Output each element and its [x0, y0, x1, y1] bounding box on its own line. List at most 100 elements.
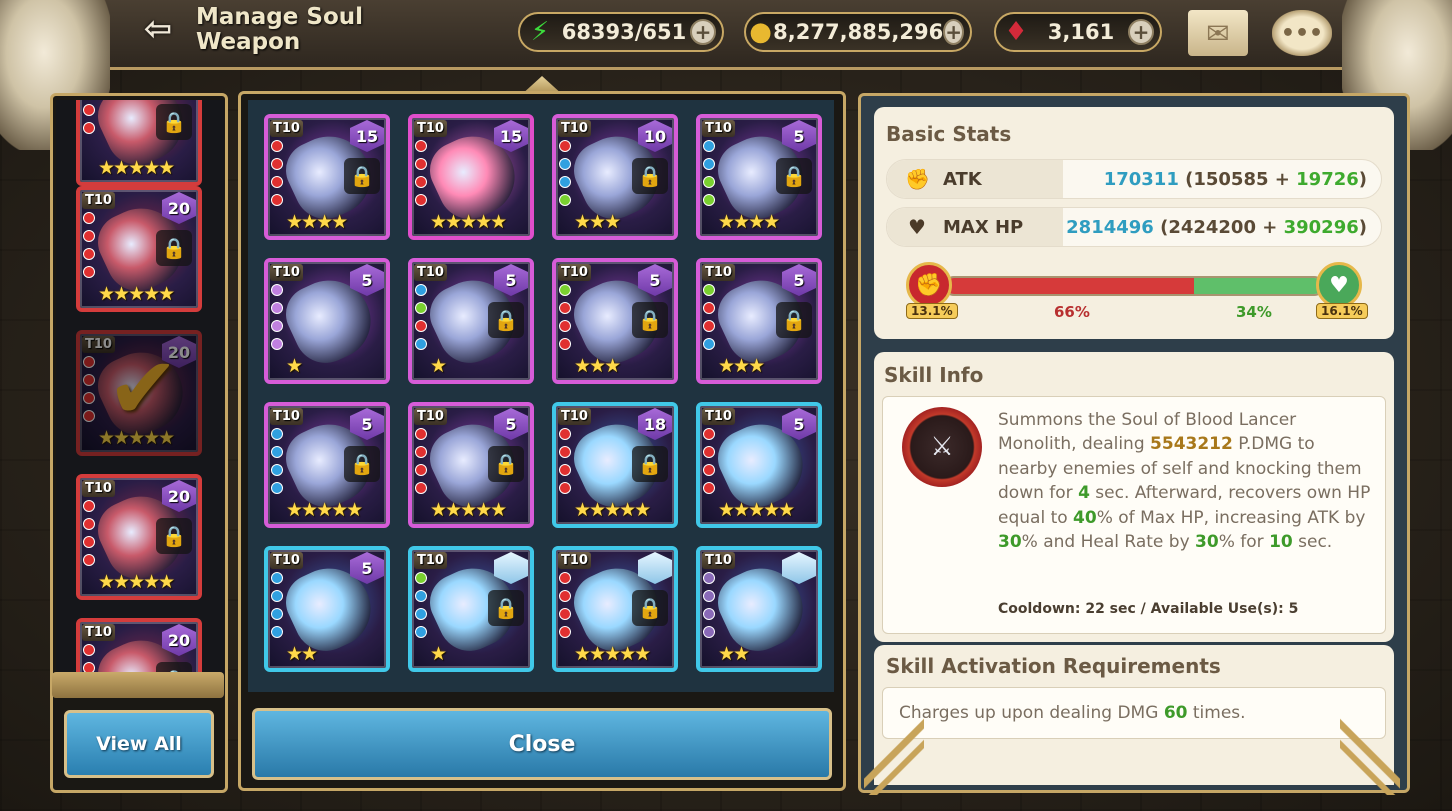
lock-icon[interactable]: 🔒: [156, 230, 192, 266]
requirements-text: Charges up upon dealing DMG 60 times.: [882, 687, 1386, 739]
grid-weapon-card[interactable]: T10 🔒 ★★★★★: [552, 546, 678, 672]
lock-icon[interactable]: 🔒: [344, 446, 380, 482]
gem-slots: [271, 140, 285, 206]
lock-icon[interactable]: 🔒: [488, 302, 524, 338]
gem-icon: [559, 338, 571, 350]
tier-badge: T10: [270, 120, 303, 137]
mail-button[interactable]: ✉: [1188, 10, 1248, 56]
stamina-pill: ⚡ 68393/651 +: [518, 12, 724, 52]
owned-weapon-card[interactable]: T10🔒★★★★★: [76, 100, 202, 186]
gem-icon: [415, 194, 427, 206]
tier-badge: T10: [82, 480, 115, 497]
back-button[interactable]: ⇦: [128, 8, 188, 50]
gem-slots: [703, 428, 717, 494]
grid-weapon-card[interactable]: T10 18 🔒 ★★★★★: [552, 402, 678, 528]
gem-icon: [415, 302, 427, 314]
gem-slots: [83, 212, 97, 278]
gem-icon: [559, 320, 571, 332]
ruby-value: 3,161: [1047, 20, 1115, 44]
tier-badge: T10: [702, 552, 735, 569]
maxhp-total: 2814496: [1066, 216, 1154, 238]
grid-weapon-card[interactable]: T10 15 ★★★★★: [408, 114, 534, 240]
gem-icon: [703, 464, 715, 476]
gem-icon: [83, 410, 95, 422]
hp-ratio-small: 16.1%: [1316, 303, 1368, 319]
atk-value: 170311 (150585 + 19726): [1103, 168, 1367, 190]
lock-icon[interactable]: 🔒: [632, 590, 668, 626]
lightning-icon: ⚡: [530, 17, 550, 47]
lock-icon[interactable]: 🔒: [156, 104, 192, 140]
view-all-button[interactable]: View All: [64, 710, 214, 778]
stat-row-maxhp: ♥ MAX HP 2814496 (2424200 + 390296): [886, 207, 1382, 247]
add-stamina-button[interactable]: +: [690, 19, 716, 45]
lock-icon[interactable]: 🔒: [488, 446, 524, 482]
stat-label-maxhp: ♥ MAX HP: [887, 208, 1063, 246]
atk-ratio-percent: 66%: [1054, 303, 1090, 321]
gem-icon: [703, 140, 715, 152]
gem-icon: [271, 464, 283, 476]
chat-button[interactable]: •••: [1272, 10, 1332, 56]
gem-icon: [703, 284, 715, 296]
gem-icon: [559, 284, 571, 296]
blood-lancer-weapon-icon: ⚔: [902, 407, 982, 487]
tier-badge: T10: [414, 120, 447, 137]
grid-weapon-card[interactable]: T10 5 ★★★★★: [696, 402, 822, 528]
gold-coin-icon: ●: [749, 17, 772, 47]
gem-icon: [559, 176, 571, 188]
grid-weapon-card[interactable]: T10 5 🔒 ★: [408, 258, 534, 384]
gem-icon: [271, 626, 283, 638]
lock-icon[interactable]: 🔒: [488, 590, 524, 626]
add-ruby-button[interactable]: +: [1128, 19, 1154, 45]
atk-total: 170311: [1103, 168, 1179, 190]
owned-weapon-card[interactable]: T1020🔒★★★★★: [76, 474, 202, 600]
gem-icon: [83, 230, 95, 242]
owned-weapons-list[interactable]: T10🔒★★★★★T1020🔒★★★★★T1020★★★★★✔T1020🔒★★★…: [56, 100, 224, 685]
star-rating: ★★★★★: [718, 499, 795, 521]
close-button[interactable]: Close: [252, 708, 832, 780]
basic-stats-title: Basic Stats: [886, 122, 1012, 146]
gem-icon: [559, 158, 571, 170]
maxhp-base: 2424200: [1168, 216, 1256, 238]
grid-weapon-card[interactable]: T10 🔒 ★: [408, 546, 534, 672]
grid-weapon-card[interactable]: T10 5 🔒 ★★★★★: [408, 402, 534, 528]
grid-weapon-card[interactable]: T10 15 🔒 ★★★★: [264, 114, 390, 240]
tier-badge: T10: [702, 120, 735, 137]
gem-icon: [83, 356, 95, 368]
grid-weapon-card[interactable]: T10 5 ★: [264, 258, 390, 384]
atk-bonus: 19726: [1296, 168, 1359, 190]
maxhp-value: 2814496 (2424200 + 390296): [1066, 216, 1367, 238]
grid-weapon-card[interactable]: T10 5 🔒 ★★★: [696, 258, 822, 384]
add-gold-button[interactable]: +: [943, 19, 964, 45]
grid-weapon-card[interactable]: T10 5 ★★: [264, 546, 390, 672]
owned-weapon-card[interactable]: T10 20 ★★★★★ ✔: [76, 330, 202, 456]
gem-icon: [83, 644, 95, 656]
atk-label: ATK: [943, 168, 982, 190]
lock-icon[interactable]: 🔒: [344, 158, 380, 194]
star-rating: ★★★: [574, 355, 621, 377]
gem-icon: [559, 482, 571, 494]
atk-base: 150585: [1193, 168, 1269, 190]
fist-icon: ✊: [906, 262, 952, 308]
owned-weapon-card[interactable]: T1020🔒★★★★★: [76, 186, 202, 312]
lock-icon[interactable]: 🔒: [632, 446, 668, 482]
lock-icon[interactable]: 🔒: [156, 518, 192, 554]
grid-weapon-card[interactable]: T10 5 🔒 ★★★: [552, 258, 678, 384]
gem-icon: [271, 140, 283, 152]
stat-label-atk: ✊ ATK: [887, 160, 1063, 198]
requirements-title: Skill Activation Requirements: [886, 654, 1221, 678]
heart-icon: ♥: [908, 215, 926, 239]
grid-weapon-card[interactable]: T10 10 🔒 ★★★: [552, 114, 678, 240]
lock-icon[interactable]: 🔒: [632, 158, 668, 194]
lock-icon[interactable]: 🔒: [776, 158, 812, 194]
grid-weapon-card[interactable]: T10 5 🔒 ★★★★: [696, 114, 822, 240]
skill-info-title: Skill Info: [884, 363, 984, 387]
gem-icon: [271, 338, 283, 350]
star-rating: ★★: [718, 643, 750, 665]
grid-weapon-card[interactable]: T10 5 🔒 ★★★★★: [264, 402, 390, 528]
gem-icon: [271, 428, 283, 440]
tier-badge: T10: [558, 408, 591, 425]
lock-icon[interactable]: 🔒: [776, 302, 812, 338]
grid-weapon-card[interactable]: T10 ★★: [696, 546, 822, 672]
gem-slots: [415, 428, 429, 494]
lock-icon[interactable]: 🔒: [632, 302, 668, 338]
